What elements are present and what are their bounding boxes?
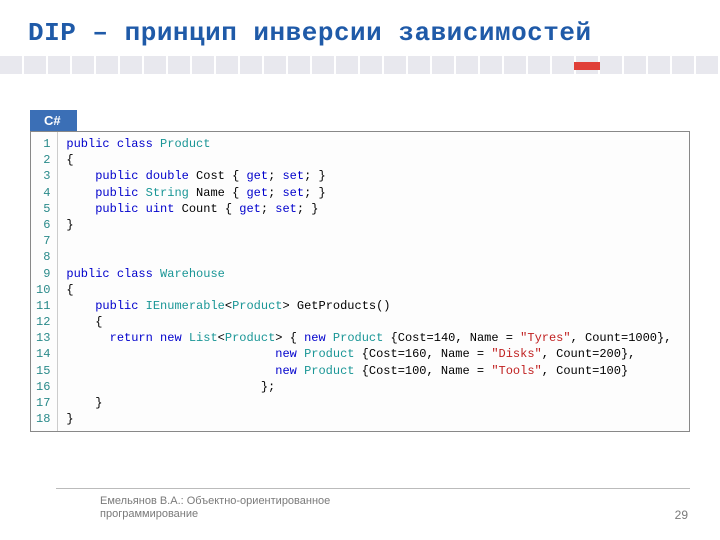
code-line: public double Cost { get; set; } xyxy=(66,168,671,184)
page-number: 29 xyxy=(675,508,688,522)
line-number: 13 xyxy=(33,330,53,346)
code-lines: public class Product{ public double Cost… xyxy=(58,132,677,431)
line-number: 1 xyxy=(33,136,53,152)
line-number: 3 xyxy=(33,168,53,184)
code-line: } xyxy=(66,411,671,427)
code-line: new Product {Cost=160, Name = "Disks", C… xyxy=(66,346,671,362)
line-number: 7 xyxy=(33,233,53,249)
code-container: C# 123456789101112131415161718 public cl… xyxy=(30,110,690,432)
code-line: new Product {Cost=100, Name = "Tools", C… xyxy=(66,363,671,379)
code-line: public class Product xyxy=(66,136,671,152)
code-line: { xyxy=(66,152,671,168)
line-number: 16 xyxy=(33,379,53,395)
line-number: 11 xyxy=(33,298,53,314)
line-number: 6 xyxy=(33,217,53,233)
line-number: 15 xyxy=(33,363,53,379)
code-block: 123456789101112131415161718 public class… xyxy=(30,131,690,432)
footer-author-text: Емельянов В.А.: Объектно-ориентированное… xyxy=(100,495,400,523)
line-number: 12 xyxy=(33,314,53,330)
code-line: public String Name { get; set; } xyxy=(66,185,671,201)
line-number: 18 xyxy=(33,411,53,427)
code-line: }; xyxy=(66,379,671,395)
line-number: 9 xyxy=(33,266,53,282)
decorative-ruler xyxy=(0,56,720,74)
code-line: } xyxy=(66,395,671,411)
line-number: 4 xyxy=(33,185,53,201)
code-line: public class Warehouse xyxy=(66,266,671,282)
slide-title: DIP – принцип инверсии зависимостей xyxy=(0,0,720,56)
code-line xyxy=(66,249,671,265)
line-number: 8 xyxy=(33,249,53,265)
line-number: 2 xyxy=(33,152,53,168)
language-tab: C# xyxy=(30,110,77,131)
footer-divider xyxy=(56,488,690,489)
code-line: return new List<Product> { new Product {… xyxy=(66,330,671,346)
line-number: 17 xyxy=(33,395,53,411)
code-line xyxy=(66,233,671,249)
line-number: 10 xyxy=(33,282,53,298)
slide-footer: Емельянов В.А.: Объектно-ориентированное… xyxy=(0,488,720,523)
code-line: } xyxy=(66,217,671,233)
code-line: public IEnumerable<Product> GetProducts(… xyxy=(66,298,671,314)
line-number: 5 xyxy=(33,201,53,217)
code-line: { xyxy=(66,282,671,298)
line-number: 14 xyxy=(33,346,53,362)
code-line: { xyxy=(66,314,671,330)
code-line: public uint Count { get; set; } xyxy=(66,201,671,217)
line-number-gutter: 123456789101112131415161718 xyxy=(31,132,58,431)
